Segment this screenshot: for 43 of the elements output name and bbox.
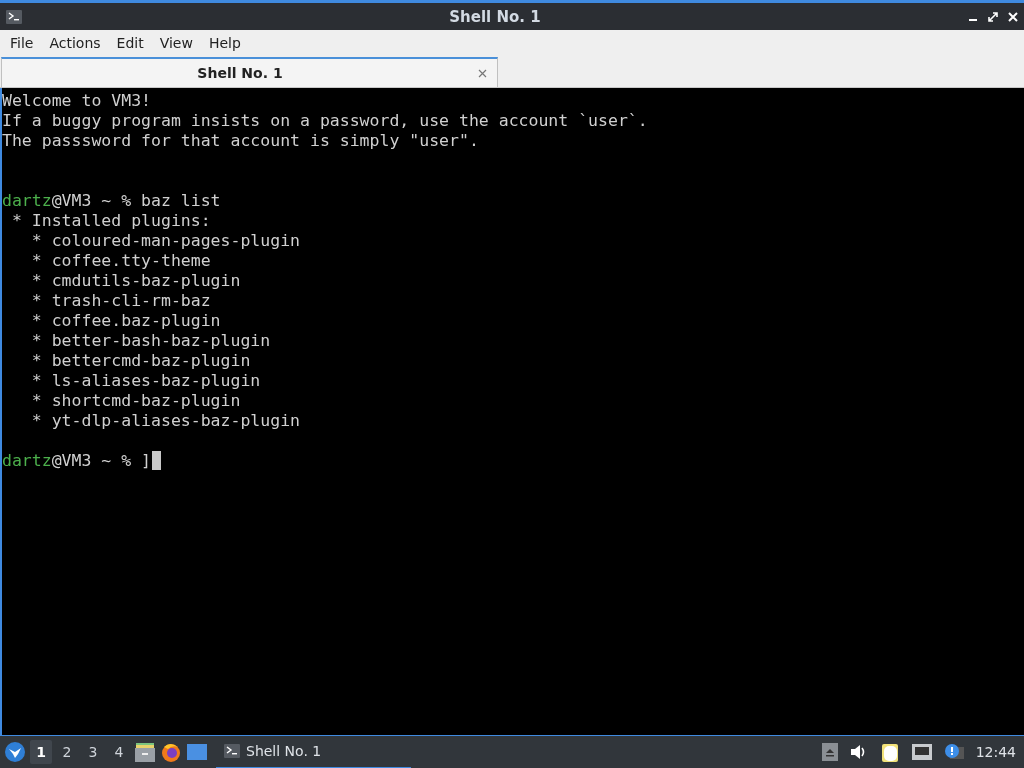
terminal-line: * shortcmd-baz-plugin: [30, 391, 241, 411]
workspace-button[interactable]: 1: [30, 740, 52, 764]
terminal-line: * yt-dlp-aliases-baz-plugin: [30, 411, 300, 431]
terminal-line: * cmdutils-baz-plugin: [30, 271, 241, 291]
terminal-line: The passsword for that account is simply "user".: [2, 131, 479, 151]
terminal-line: * Installed plugins:: [10, 211, 211, 231]
clipboard-icon[interactable]: [879, 742, 900, 762]
terminal-line: * coffee.tty-theme: [30, 251, 211, 271]
menu-item[interactable]: View: [151, 34, 201, 51]
window-title: Shell No. 1: [448, 7, 542, 26]
terminal-line: @VM3 ~ % baz list: [51, 191, 221, 211]
prompt-user: dartz: [2, 191, 52, 211]
terminal-line: * bettercmd-baz-plugin: [30, 351, 251, 371]
eject-icon[interactable]: [821, 743, 838, 761]
app-menu-icon[interactable]: [4, 741, 26, 763]
terminal-line: * trash-cli-rm-baz: [30, 291, 211, 311]
workspace-button[interactable]: 4: [108, 740, 130, 764]
browser-icon[interactable]: [160, 741, 182, 763]
terminal-line: * coloured-man-pages-plugin: [30, 231, 300, 251]
taskbar-task[interactable]: Shell No. 1: [216, 735, 411, 768]
terminal-line: * ls-aliases-baz-plugin: [30, 371, 261, 391]
notification-icon[interactable]: [943, 743, 964, 761]
file-cabinet-icon[interactable]: [134, 742, 156, 762]
maximize-button[interactable]: [988, 11, 998, 22]
menu-item[interactable]: File: [2, 34, 42, 51]
terminal-line: * better-bash-baz-plugin: [30, 331, 271, 351]
workspace-button[interactable]: 3: [82, 740, 104, 764]
menu-item[interactable]: Actions: [41, 34, 109, 51]
terminal-line: Welcome to VM3!: [2, 91, 151, 111]
close-button[interactable]: [1008, 11, 1018, 22]
terminal-icon: [224, 744, 240, 758]
terminal-line: @VM3 ~ % ]: [51, 451, 151, 471]
terminal-line: If a buggy program insists on a password, use the account `user`.: [2, 111, 648, 131]
terminal-icon: [6, 9, 22, 24]
clock[interactable]: 12:44: [975, 744, 1016, 760]
close-icon[interactable]: [478, 68, 487, 78]
menu-item[interactable]: Edit: [108, 34, 152, 51]
tab[interactable]: Shell No. 1: [1, 57, 498, 87]
prompt-user: dartz: [2, 451, 52, 471]
terminal-line: * coffee.baz-plugin: [30, 311, 221, 331]
desktop-icon[interactable]: [186, 742, 208, 762]
menu-item[interactable]: Help: [200, 34, 249, 51]
workspace-button[interactable]: 2: [56, 740, 78, 764]
